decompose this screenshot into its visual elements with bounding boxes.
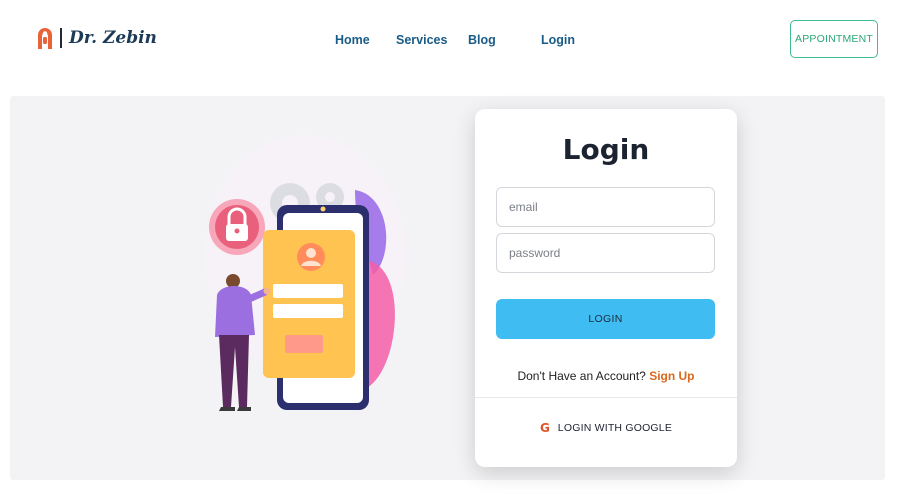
appointment-button[interactable]: APPOINTMENT	[790, 20, 878, 58]
login-card: Login LOGIN Don't Have an Account? Sign …	[475, 109, 737, 467]
nav-services[interactable]: Services	[396, 33, 447, 47]
doctor-logo-icon	[38, 28, 52, 49]
password-field[interactable]	[496, 233, 715, 273]
brand[interactable]: Dr. Zebin	[36, 24, 157, 52]
login-section	[10, 96, 885, 480]
mock-input-bar	[273, 284, 343, 298]
brand-divider	[60, 28, 62, 48]
login-illustration	[205, 135, 405, 411]
nav-home[interactable]: Home	[335, 33, 370, 47]
google-icon: G	[539, 421, 550, 435]
login-with-google-button[interactable]: G LOGIN WITH GOOGLE	[475, 420, 737, 436]
login-button[interactable]: LOGIN	[496, 299, 715, 339]
signup-prompt: Don't Have an Account? Sign Up	[475, 369, 737, 383]
card-divider	[475, 397, 737, 398]
signup-link[interactable]: Sign Up	[649, 369, 694, 383]
site-header: Dr. Zebin Home Services Blog Login APPOI…	[0, 0, 900, 82]
email-field[interactable]	[496, 187, 715, 227]
no-account-text: Don't Have an Account?	[517, 369, 646, 383]
mock-input-bar	[273, 304, 343, 318]
google-login-label: LOGIN WITH GOOGLE	[557, 422, 673, 434]
mock-button	[285, 335, 323, 353]
nav-login[interactable]: Login	[541, 33, 575, 47]
login-title: Login	[562, 133, 650, 166]
nav-blog[interactable]: Blog	[468, 33, 496, 47]
brand-name: Dr. Zebin	[69, 28, 157, 48]
